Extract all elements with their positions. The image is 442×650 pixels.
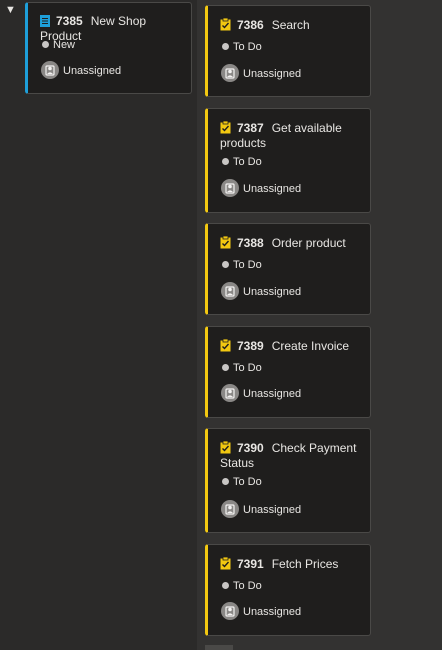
work-item-title[interactable]: Fetch Prices (272, 557, 339, 571)
work-item-id[interactable]: 7388 (237, 236, 264, 250)
state-dot-icon (222, 364, 229, 371)
pbi-card[interactable]: 7385 New Shop Product New Unassigned (25, 2, 192, 94)
state-label: To Do (233, 259, 262, 271)
user-avatar-icon (221, 64, 239, 82)
state-field[interactable]: To Do (222, 476, 262, 488)
state-dot-icon (222, 158, 229, 165)
task-card[interactable]: 7390 Check Payment Status To Do Unassigne… (205, 428, 371, 533)
work-item-id[interactable]: 7391 (237, 557, 264, 571)
assignee-field[interactable]: Unassigned (221, 64, 301, 82)
clipboard-check-icon (220, 338, 231, 355)
state-field[interactable]: To Do (222, 580, 262, 592)
assignee-label: Unassigned (243, 606, 302, 618)
task-card[interactable]: 7386 Search To Do Unassigned (205, 5, 371, 97)
assignee-label: Unassigned (63, 65, 122, 77)
card-title: 7386 Search (220, 17, 364, 34)
assignee-label: Unassigned (243, 183, 302, 195)
work-item-title[interactable]: Order product (272, 236, 346, 250)
clipboard-check-icon (220, 120, 231, 137)
user-avatar-icon (221, 602, 239, 620)
state-dot-icon (222, 43, 229, 50)
assignee-label: Unassigned (243, 388, 302, 400)
state-label: To Do (233, 580, 262, 592)
state-label: To Do (233, 476, 262, 488)
assignee-field[interactable]: Unassigned (221, 500, 301, 518)
collapse-toggle-icon[interactable]: ▼ (5, 4, 16, 16)
clipboard-check-icon (220, 440, 231, 457)
work-item-id[interactable]: 7385 (56, 14, 83, 28)
state-dot-icon (42, 41, 49, 48)
state-field[interactable]: To Do (222, 259, 262, 271)
assignee-label: Unassigned (243, 504, 302, 516)
state-label: To Do (233, 41, 262, 53)
state-label: New (53, 39, 76, 51)
user-avatar-icon (221, 282, 239, 300)
assignee-label: Unassigned (243, 68, 302, 80)
clipboard-check-icon (220, 235, 231, 252)
card-title: 7387 Get available products (220, 120, 364, 150)
state-dot-icon (222, 478, 229, 485)
card-title: 7390 Check Payment Status (220, 440, 364, 470)
work-item-title[interactable]: Search (272, 18, 310, 32)
state-label: To Do (233, 362, 262, 374)
assignee-field[interactable]: Unassigned (221, 384, 301, 402)
assignee-field[interactable]: Unassigned (221, 602, 301, 620)
user-avatar-icon (221, 384, 239, 402)
state-field[interactable]: To Do (222, 41, 262, 53)
assignee-field[interactable]: Unassigned (221, 282, 301, 300)
work-item-id[interactable]: 7387 (237, 121, 264, 135)
state-label: To Do (233, 156, 262, 168)
clipboard-check-icon (220, 556, 231, 573)
state-field[interactable]: To Do (222, 156, 262, 168)
work-item-id[interactable]: 7386 (237, 18, 264, 32)
card-title: 7389 Create Invoice (220, 338, 364, 355)
work-item-title[interactable]: Create Invoice (272, 339, 349, 353)
work-item-id[interactable]: 7389 (237, 339, 264, 353)
parent-column (0, 0, 197, 650)
assignee-field[interactable]: Unassigned (41, 61, 121, 79)
state-dot-icon (222, 261, 229, 268)
assignee-label: Unassigned (243, 286, 302, 298)
scrollbar-thumb[interactable] (205, 645, 233, 650)
user-avatar-icon (41, 61, 59, 79)
work-item-id[interactable]: 7390 (237, 441, 264, 455)
state-field[interactable]: New (42, 39, 75, 51)
card-title: 7388 Order product (220, 235, 364, 252)
user-avatar-icon (221, 500, 239, 518)
state-dot-icon (222, 582, 229, 589)
task-card[interactable]: 7388 Order product To Do Unassigned (205, 223, 371, 315)
card-title: 7391 Fetch Prices (220, 556, 364, 573)
book-icon (40, 15, 50, 30)
task-card[interactable]: 7389 Create Invoice To Do Unassigned (205, 326, 371, 418)
task-card[interactable]: 7387 Get available products To Do Unassig… (205, 108, 371, 213)
state-field[interactable]: To Do (222, 362, 262, 374)
assignee-field[interactable]: Unassigned (221, 179, 301, 197)
task-card[interactable]: 7391 Fetch Prices To Do Unassigned (205, 544, 371, 636)
user-avatar-icon (221, 179, 239, 197)
clipboard-check-icon (220, 17, 231, 34)
